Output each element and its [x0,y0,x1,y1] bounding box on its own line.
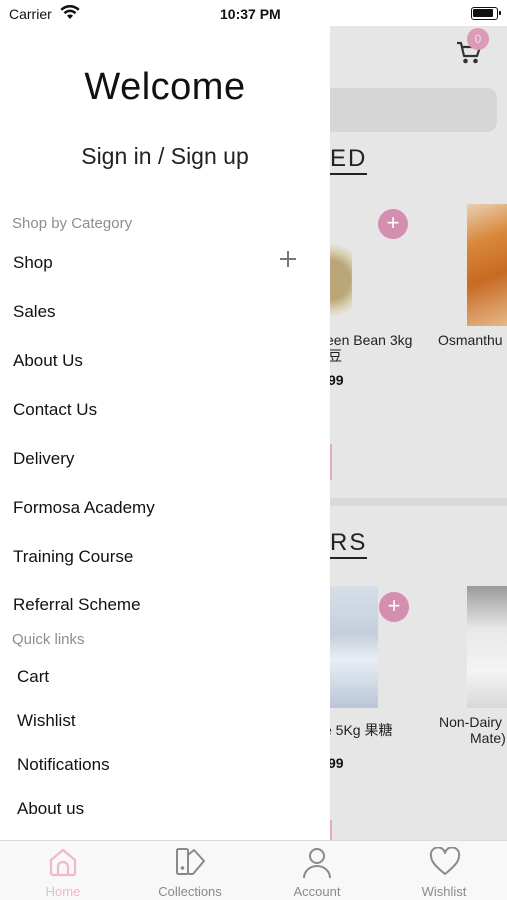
product-price: 99 [330,755,344,771]
section-divider [330,498,507,506]
section-title: ED [330,146,368,175]
menu-item-formosa-academy[interactable]: Formosa Academy [13,498,155,518]
status-bar: Carrier 10:37 PM [0,0,507,26]
clock: 10:37 PM [220,6,281,22]
product-image[interactable] [330,586,378,708]
add-button-edge [330,820,332,840]
tab-label: Collections [158,884,222,899]
menu-item-contact-us[interactable]: Contact Us [13,400,97,420]
home-icon [49,848,77,877]
background-home-page: 0 ED + een Bean 3kg 豆 99 Osmanthu RS + e… [330,26,507,840]
quick-link-notifications[interactable]: Notifications [17,755,110,775]
heart-icon [429,847,461,875]
side-menu-drawer: Welcome Sign in / Sign up Shop by Catego… [0,26,330,840]
search-bar[interactable] [330,88,497,132]
product-image[interactable] [330,236,352,316]
add-to-cart-button[interactable]: + [379,592,409,622]
product-name: een Bean 3kg [330,332,413,348]
quick-link-wishlist[interactable]: Wishlist [17,711,76,731]
menu-item-shop[interactable]: Shop [13,253,53,273]
sign-in-link[interactable]: Sign in / Sign up [0,143,330,170]
cart-count-badge: 0 [467,28,489,50]
battery-icon [471,7,501,20]
tab-account[interactable]: Account [254,841,380,900]
expand-plus-icon[interactable] [280,251,296,267]
bottom-tab-bar: Home Collections Account Wishlist [0,840,507,900]
add-button-edge [330,444,332,480]
tab-home[interactable]: Home [0,841,126,900]
product-price: 99 [330,372,344,388]
tab-label: Wishlist [421,884,467,899]
product-name: Mate) [470,730,506,746]
menu-item-referral-scheme[interactable]: Referral Scheme [13,595,141,615]
tab-wishlist[interactable]: Wishlist [381,841,507,900]
product-name: Non-Dairy [439,714,503,730]
menu-item-delivery[interactable]: Delivery [13,449,74,469]
category-heading: Shop by Category [12,215,133,232]
quick-links-heading: Quick links [12,631,85,648]
collections-icon [176,848,205,875]
wifi-icon [60,4,80,25]
welcome-heading: Welcome [84,66,246,108]
product-image[interactable] [467,586,507,708]
product-name: 豆 [330,348,342,364]
section-title: RS [330,530,368,559]
menu-item-about-us[interactable]: About Us [13,351,83,371]
add-to-cart-button[interactable]: + [378,209,408,239]
product-name: e 5Kg 果糖 [330,722,393,738]
menu-item-sales[interactable]: Sales [13,302,56,322]
product-image[interactable] [467,204,507,326]
menu-item-training-course[interactable]: Training Course [13,547,133,567]
carrier-label: Carrier [9,6,52,22]
tab-label: Account [293,884,341,899]
tab-label: Home [45,884,81,899]
quick-link-cart[interactable]: Cart [17,667,49,687]
quick-link-about-us[interactable]: About us [17,799,84,819]
account-icon [303,848,331,879]
product-name: Osmanthu [438,332,503,348]
tab-collections[interactable]: Collections [127,841,253,900]
